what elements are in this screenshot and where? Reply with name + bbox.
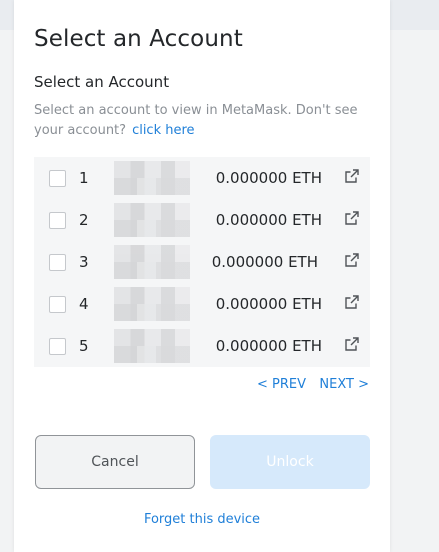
account-list: 1 0.000000 ETH 2 0.000000 ETH 3 0.000000… — [34, 157, 370, 367]
account-address-redacted — [114, 287, 190, 321]
account-balance: 0.000000 ETH — [215, 337, 322, 355]
description-text: Select an account to view in MetaMask. D… — [34, 103, 358, 138]
modal-subtitle: Select an Account — [34, 73, 170, 91]
account-index: 5 — [79, 337, 89, 355]
select-account-modal: Select an Account Select an Account Sele… — [14, 0, 390, 552]
external-link-icon[interactable] — [344, 336, 360, 352]
account-address-redacted — [114, 203, 190, 237]
account-index: 4 — [79, 295, 89, 313]
cancel-button[interactable]: Cancel — [35, 435, 195, 489]
external-link-icon[interactable] — [344, 252, 360, 268]
account-checkbox[interactable] — [49, 170, 66, 187]
account-index: 2 — [79, 211, 89, 229]
external-link-icon[interactable] — [344, 210, 360, 226]
next-page-link[interactable]: NEXT > — [319, 377, 369, 392]
forget-device-link[interactable]: Forget this device — [14, 512, 390, 527]
account-balance: 0.000000 ETH — [211, 253, 318, 271]
modal-description: Select an account to view in MetaMask. D… — [34, 101, 374, 141]
account-checkbox[interactable] — [49, 254, 66, 271]
external-link-icon[interactable] — [344, 294, 360, 310]
account-checkbox[interactable] — [49, 338, 66, 355]
unlock-button[interactable]: Unlock — [210, 435, 370, 489]
pagination: < PREV NEXT > — [34, 377, 370, 395]
account-address-redacted — [114, 245, 190, 279]
account-index: 1 — [79, 169, 89, 187]
account-address-redacted — [114, 329, 190, 363]
account-row-3[interactable]: 3 0.000000 ETH — [34, 241, 370, 283]
account-balance: 0.000000 ETH — [215, 295, 322, 313]
click-here-link[interactable]: click here — [132, 123, 194, 138]
modal-title: Select an Account — [34, 26, 243, 52]
account-index: 3 — [79, 253, 89, 271]
account-row-5[interactable]: 5 0.000000 ETH — [34, 325, 370, 367]
prev-page-link[interactable]: < PREV — [257, 377, 306, 392]
account-checkbox[interactable] — [49, 212, 66, 229]
account-checkbox[interactable] — [49, 296, 66, 313]
account-balance: 0.000000 ETH — [215, 169, 322, 187]
account-row-4[interactable]: 4 0.000000 ETH — [34, 283, 370, 325]
account-balance: 0.000000 ETH — [215, 211, 322, 229]
account-row-1[interactable]: 1 0.000000 ETH — [34, 157, 370, 199]
account-row-2[interactable]: 2 0.000000 ETH — [34, 199, 370, 241]
account-address-redacted — [114, 161, 190, 195]
external-link-icon[interactable] — [344, 168, 360, 184]
